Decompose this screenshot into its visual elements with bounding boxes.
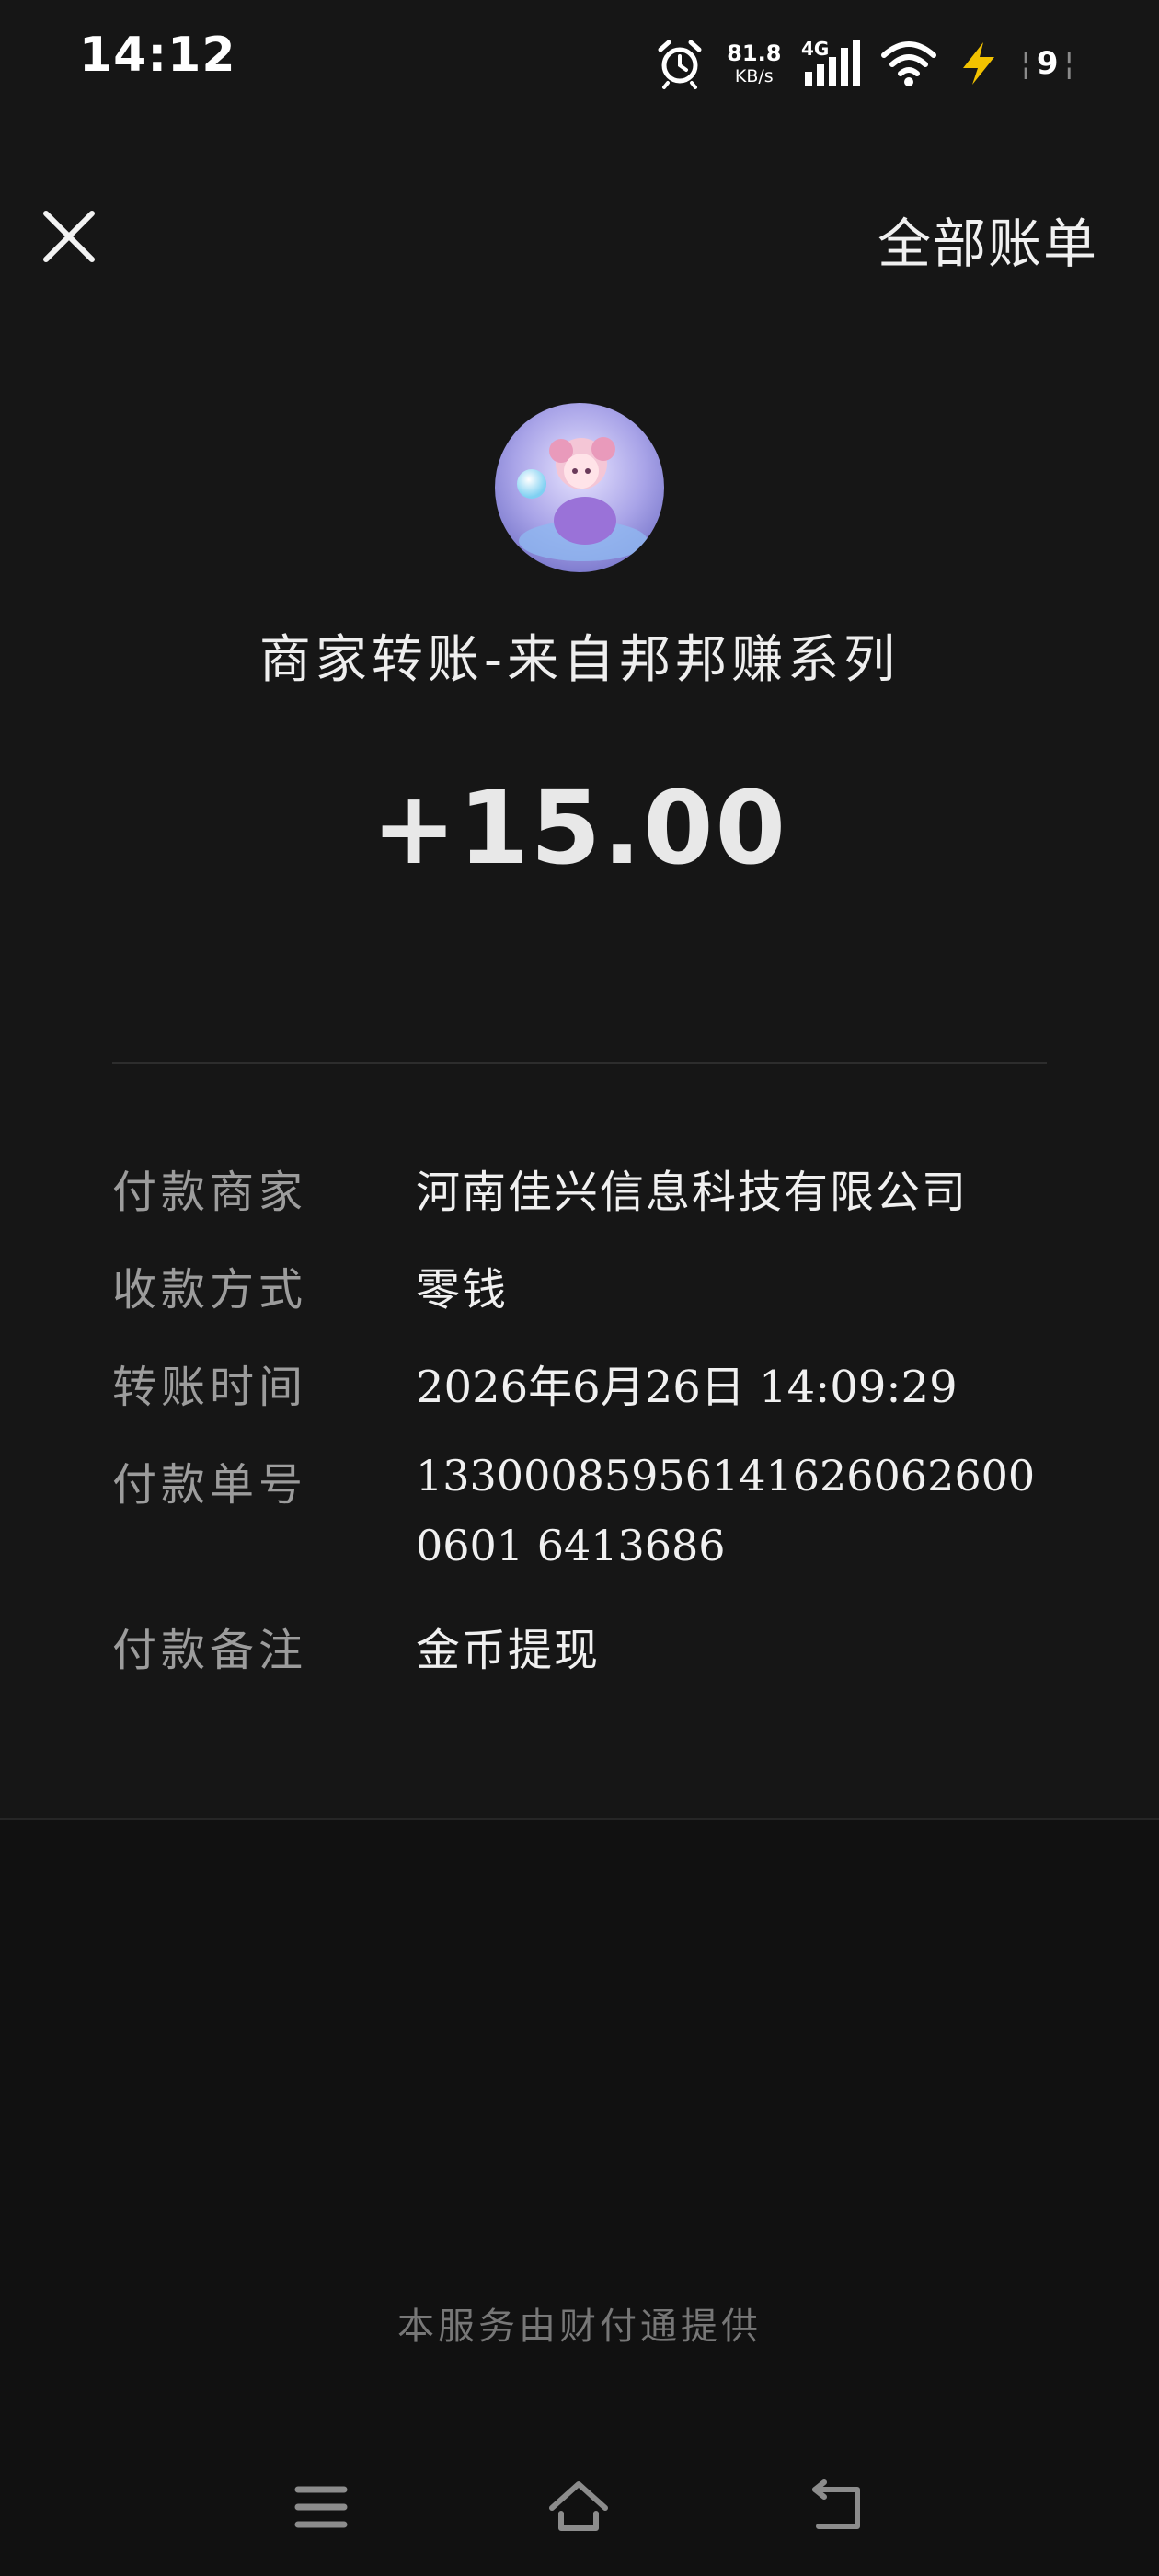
transfer-time-label: 转账时间 xyxy=(112,1362,308,1413)
charging-icon xyxy=(963,42,995,85)
battery-icon: ¦ 9 ¦ xyxy=(1020,45,1074,82)
merchant-avatar xyxy=(495,403,664,572)
signal-icon: 4G xyxy=(801,38,861,86)
back-icon[interactable] xyxy=(806,2475,870,2539)
wifi-icon xyxy=(881,41,937,86)
transfer-time-value: 2026年6月26日 14:09:29 xyxy=(416,1362,958,1413)
order-number-value[interactable]: 133000859561416260626000601 6413686 xyxy=(416,1441,1060,1581)
net-speed-value: 81.8 xyxy=(727,40,782,66)
order-number-label: 付款单号 xyxy=(112,1459,308,1511)
network-type-label: 4G xyxy=(801,38,829,60)
transfer-amount: +15.00 xyxy=(371,769,788,887)
screen: 14:12 81.8 KB/s 4G ¦ 9 ¦ 全部账单 商家转账-来自邦邦赚… xyxy=(0,0,1159,2576)
all-bills-button[interactable]: 全部账单 xyxy=(878,201,1098,278)
alarm-icon xyxy=(658,40,702,89)
battery-level: 9 xyxy=(1036,45,1059,82)
transfer-title: 商家转账-来自邦邦赚系列 xyxy=(258,630,901,690)
receive-method-label: 收款方式 xyxy=(112,1264,308,1316)
close-icon[interactable] xyxy=(37,204,101,269)
net-speed-unit: KB/s xyxy=(734,65,774,86)
status-time: 14:12 xyxy=(79,28,236,83)
home-icon[interactable] xyxy=(546,2475,611,2539)
receive-method-value: 零钱 xyxy=(416,1264,509,1316)
service-provider-text: 本服务由财付通提供 xyxy=(397,2306,762,2348)
status-icons: 81.8 KB/s 4G ¦ 9 ¦ xyxy=(653,31,1074,96)
payer-merchant-label: 付款商家 xyxy=(112,1167,308,1218)
divider xyxy=(112,1062,1047,1064)
remark-value: 金币提现 xyxy=(416,1625,601,1676)
remark-label: 付款备注 xyxy=(112,1625,308,1676)
net-speed: 81.8 KB/s xyxy=(727,42,781,86)
payer-merchant-value: 河南佳兴信息科技有限公司 xyxy=(416,1167,969,1218)
menu-icon[interactable] xyxy=(289,2475,353,2539)
